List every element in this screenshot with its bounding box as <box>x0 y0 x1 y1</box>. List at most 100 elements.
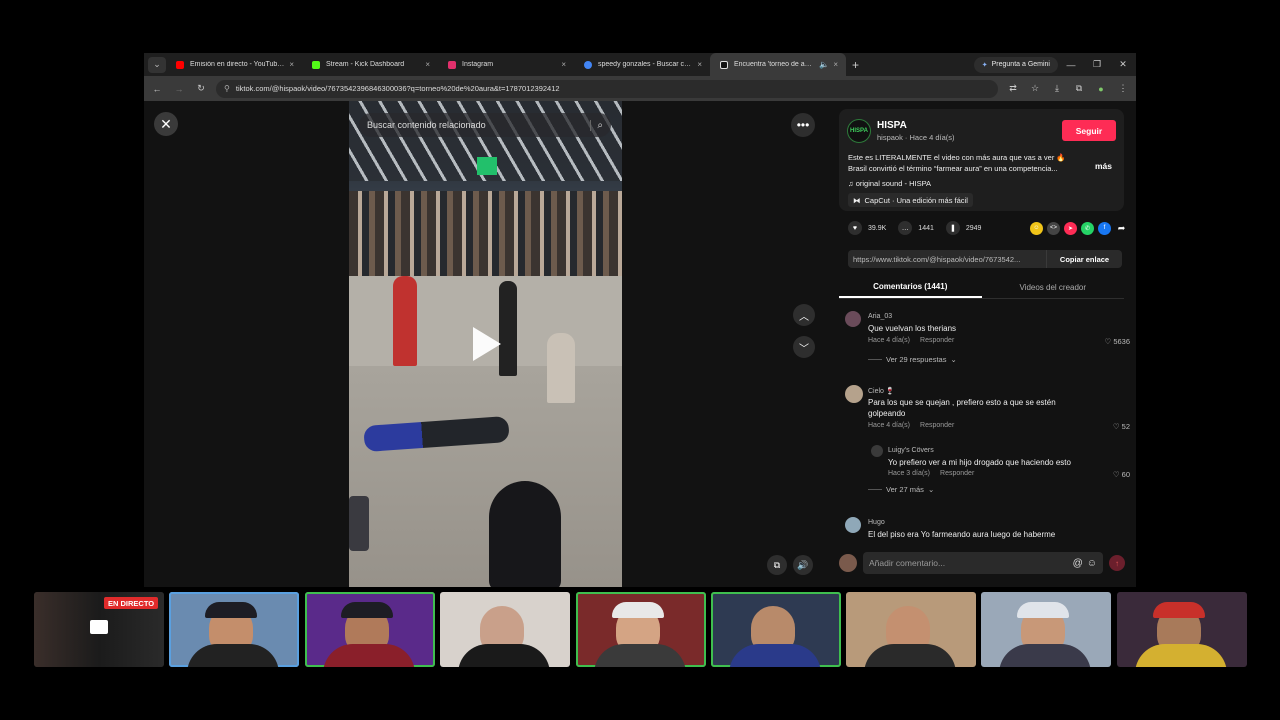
embed-icon[interactable]: <> <box>1047 221 1060 235</box>
video-frame <box>999 644 1091 667</box>
new-tab-button[interactable]: + <box>852 58 859 72</box>
video-player[interactable]: Buscar contenido relacionado ⌕ <box>349 101 622 587</box>
tab-kick-dashboard[interactable]: Stream - Kick Dashboard × <box>302 53 438 76</box>
close-icon: ✕ <box>160 115 172 132</box>
back-icon[interactable]: ← <box>150 84 164 94</box>
floating-player-button[interactable]: ⧉ <box>767 555 787 575</box>
avatar[interactable] <box>871 445 883 457</box>
tab-google-search[interactable]: speedy gonzales - Buscar con Google × <box>574 53 710 76</box>
window-close-icon[interactable]: ✕ <box>1110 59 1136 70</box>
video-frame <box>349 496 369 551</box>
close-icon[interactable]: × <box>425 60 430 69</box>
copy-link-button[interactable]: Copiar enlace <box>1046 250 1122 268</box>
reply-button[interactable]: Responder <box>940 470 974 477</box>
comment-button[interactable]: … 1441 <box>898 221 934 235</box>
minimize-icon[interactable]: — <box>1058 60 1084 70</box>
mention-icon[interactable]: @ <box>1073 558 1083 569</box>
play-icon[interactable] <box>473 327 501 361</box>
more-options-button[interactable]: ••• <box>791 113 815 137</box>
related-search-placeholder: Buscar contenido relacionado <box>367 120 486 130</box>
reply-button[interactable]: Responder <box>920 337 954 344</box>
browser-window: ⌄ Emisión en directo - YouTube Studio × … <box>144 53 1136 587</box>
share-icons: ☺ <> ➤ ✆ f ➦ <box>1030 221 1128 235</box>
screen-share-icon <box>90 620 108 634</box>
translate-icon[interactable]: ⇄ <box>1006 83 1020 94</box>
avatar[interactable] <box>845 311 861 327</box>
facebook-icon[interactable]: f <box>1098 221 1111 235</box>
forward-share-icon[interactable]: ➦ <box>1115 222 1128 235</box>
comment-input[interactable]: Añadir comentario... @ ☺ <box>863 552 1103 574</box>
capcut-link[interactable]: ⧓ CapCut · Una edición más fácil <box>848 193 973 207</box>
send-comment-button[interactable]: ↑ <box>1109 555 1125 571</box>
reply-button[interactable]: Responder <box>920 422 954 429</box>
video-frame <box>205 602 257 618</box>
related-search-bar[interactable]: Buscar contenido relacionado ⌕ <box>359 113 611 137</box>
gemini-label: Pregunta a Gemini <box>991 61 1050 68</box>
gemini-icon: ✦ <box>981 61 988 69</box>
tab-search-button[interactable]: ⌄ <box>148 56 166 73</box>
tab-creator-videos[interactable]: Videos del creador <box>982 277 1125 298</box>
emoji-icon[interactable]: ☺ <box>1087 558 1097 569</box>
tab-youtube-studio[interactable]: Emisión en directo - YouTube Studio × <box>166 53 302 76</box>
extensions-icon[interactable]: ⧉ <box>1072 83 1086 94</box>
save-button[interactable]: ❚ 2949 <box>945 221 981 235</box>
google-icon <box>584 60 592 69</box>
send-share-icon[interactable]: ➤ <box>1064 221 1077 235</box>
profile-avatar[interactable]: ● <box>1094 84 1108 94</box>
forward-icon[interactable]: → <box>172 84 186 94</box>
friends-share-icon[interactable]: ☺ <box>1030 221 1043 235</box>
download-icon[interactable]: ⤓ <box>1050 83 1064 94</box>
volume-button[interactable]: 🔊 <box>793 555 813 575</box>
author-name[interactable]: HISPA <box>877 120 907 131</box>
restore-icon[interactable]: ❐ <box>1084 59 1110 70</box>
comment-like-button[interactable]: ♡ 5636 <box>1105 337 1131 346</box>
bookmark-star-icon[interactable]: ☆ <box>1028 83 1042 94</box>
author-avatar[interactable]: HISPA <box>847 119 871 143</box>
video-frame <box>393 276 417 366</box>
comment-user[interactable]: Cielo 🍷 <box>868 387 895 395</box>
music-note-icon: ♫ <box>848 179 856 188</box>
video-frame <box>458 644 550 667</box>
search-icon[interactable]: ⌕ <box>590 119 603 131</box>
close-icon[interactable]: × <box>697 60 702 69</box>
site-info-icon[interactable]: ⚲ <box>224 84 230 93</box>
comment-user[interactable]: Hugo <box>868 519 885 526</box>
comment-like-button[interactable]: ♡ 52 <box>1113 422 1130 431</box>
tab-instagram[interactable]: Instagram × <box>438 53 574 76</box>
tab-comments[interactable]: Comentarios (1441) <box>839 277 982 298</box>
speaker-icon[interactable]: 🔈 <box>819 60 829 69</box>
close-icon[interactable]: × <box>561 60 566 69</box>
comment-user[interactable]: Aria_03 <box>868 313 892 320</box>
webcam-tile <box>711 592 841 667</box>
comment-user[interactable]: Luigy's Cövers <box>888 447 934 454</box>
previous-video-button[interactable]: ︿ <box>793 304 815 326</box>
next-video-button[interactable]: ﹀ <box>793 336 815 358</box>
whatsapp-icon[interactable]: ✆ <box>1081 221 1094 235</box>
reload-icon[interactable]: ↻ <box>194 83 208 94</box>
avatar[interactable] <box>845 385 863 403</box>
comment-count: 1441 <box>918 224 934 232</box>
comment-meta: Hace 3 día(s) Responder <box>888 470 974 477</box>
view-more-replies-button[interactable]: Ver 27 más ⌄ <box>868 485 934 494</box>
close-video-button[interactable]: ✕ <box>154 112 178 136</box>
view-replies-button[interactable]: Ver 29 respuestas ⌄ <box>868 355 957 364</box>
follow-button[interactable]: Seguir <box>1062 120 1116 141</box>
panel-tabs: Comentarios (1441) Videos del creador <box>839 277 1124 299</box>
comment-like-button[interactable]: ♡ 60 <box>1113 470 1130 479</box>
browser-menu-icon[interactable]: ⋮ <box>1116 83 1130 94</box>
webcam-tile <box>846 592 976 667</box>
video-link[interactable]: https://www.tiktok.com/@hispaok/video/76… <box>848 250 1046 268</box>
video-frame <box>1153 602 1205 618</box>
comment-like-count: 5636 <box>1113 337 1130 346</box>
gemini-button[interactable]: ✦ Pregunta a Gemini <box>973 56 1058 73</box>
tab-tiktok[interactable]: Encuentra 'torneo de aura' 🔈 × <box>710 53 846 76</box>
close-icon[interactable]: × <box>833 60 838 69</box>
video-frame <box>612 602 664 618</box>
avatar[interactable] <box>845 517 861 533</box>
like-button[interactable]: ♥ 39.9K <box>848 221 886 235</box>
video-frame <box>547 333 575 403</box>
url-field[interactable]: ⚲ tiktok.com/@hispaok/video/767354239684… <box>216 79 998 98</box>
close-icon[interactable]: × <box>289 60 294 69</box>
more-link[interactable]: más <box>1095 161 1112 171</box>
sound-link[interactable]: ♫ original sound - HISPA <box>848 179 931 188</box>
